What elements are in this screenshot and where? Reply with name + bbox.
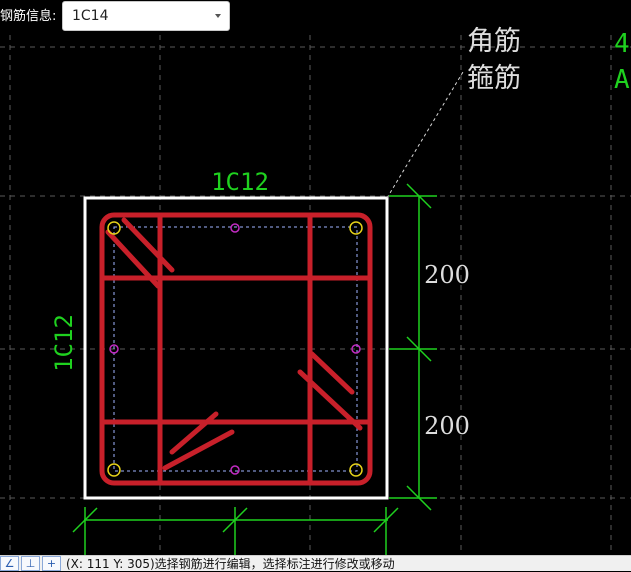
side-rebar-label[interactable]: 1C12 — [50, 314, 78, 372]
leader-line — [386, 71, 464, 199]
column-outline — [83, 196, 389, 500]
bottom-dimension[interactable] — [72, 507, 399, 555]
right-dimension[interactable] — [389, 183, 437, 511]
dimension-upper[interactable]: 200 — [424, 261, 470, 289]
rebar-select-value: 1C14 — [72, 8, 109, 24]
add-tool-button[interactable]: + — [42, 556, 61, 571]
corner-point-tr — [349, 221, 363, 235]
perpendicular-tool-button[interactable]: ⊥ — [21, 556, 40, 571]
rebar-info-label: 钢筋信息: — [0, 9, 57, 24]
legend-right-cut-2: A — [614, 65, 630, 95]
legend-stirrup: 箍筋 — [467, 63, 521, 94]
chevron-down-icon — [215, 14, 221, 18]
mid-point-top — [230, 223, 240, 233]
rebar-info-select[interactable]: 1C14 — [62, 1, 230, 31]
status-hint: (X: 111 Y: 305)选择钢筋进行编辑，选择标注进行修改或移动 — [66, 557, 395, 571]
corner-point-bl — [107, 463, 121, 477]
inner-stirrup — [157, 275, 313, 425]
angle-tool-button[interactable]: ∠ — [0, 556, 19, 571]
legend-corner-rebar: 角筋 — [467, 26, 521, 57]
top-rebar-label[interactable]: 1C12 — [211, 168, 269, 196]
dimension-lower[interactable]: 200 — [424, 412, 470, 440]
corner-point-br — [349, 463, 363, 477]
status-bar: ∠ ⊥ + (X: 111 Y: 305)选择钢筋进行编辑，选择标注进行修改或移… — [0, 555, 631, 571]
grid — [0, 35, 631, 555]
legend-right-cut-1: 4 — [614, 29, 630, 59]
mid-point-bottom — [230, 465, 240, 475]
drawing-canvas[interactable]: 1C12 1C12 200 200 角筋 箍筋 4 A — [0, 0, 631, 571]
